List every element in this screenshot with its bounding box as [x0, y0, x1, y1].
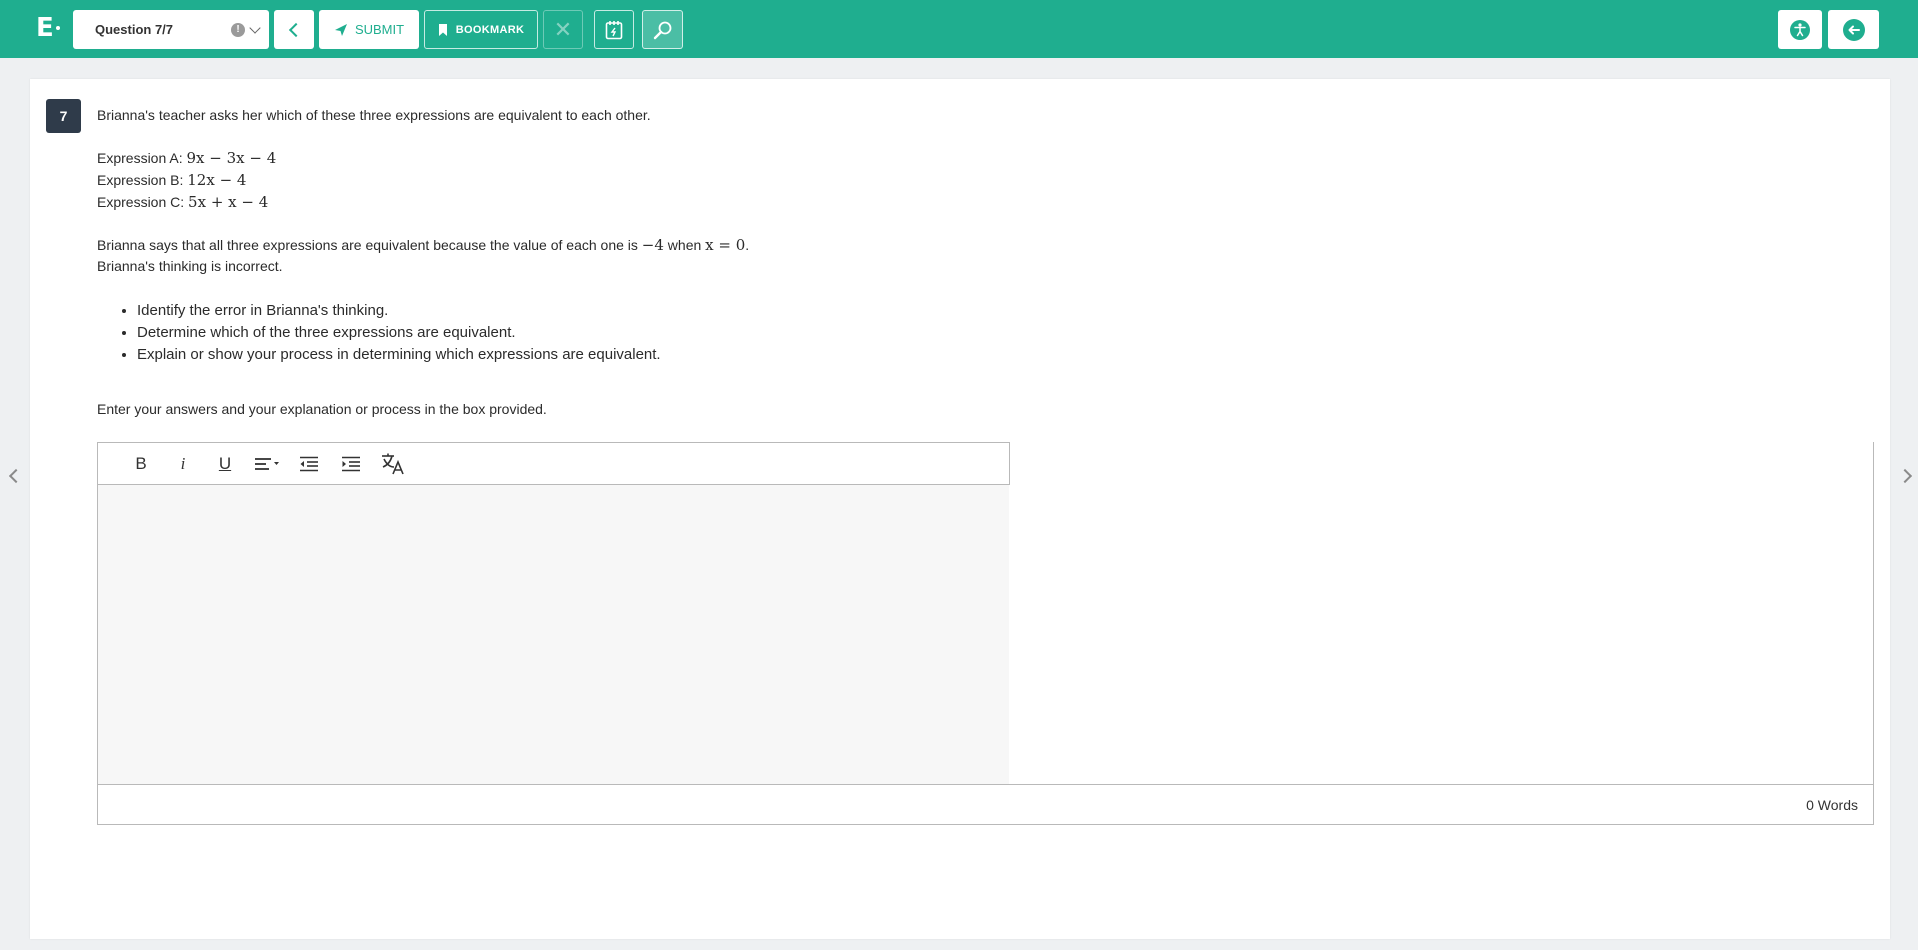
- send-icon: [334, 23, 347, 36]
- logo-letter: E: [36, 13, 54, 43]
- previous-button[interactable]: [274, 10, 314, 49]
- list-item: Identify the error in Brianna's thinking…: [137, 300, 661, 322]
- expression-math: 5x + x − 4: [188, 193, 269, 211]
- question-panel: 7 Brianna's teacher asks her which of th…: [30, 79, 1890, 939]
- claim-text: Brianna says that all three expressions …: [97, 237, 642, 253]
- bookmark-icon: [438, 23, 447, 36]
- accessibility-button[interactable]: [1778, 10, 1822, 49]
- exit-button[interactable]: [1828, 10, 1879, 49]
- logo-dot: [56, 26, 60, 30]
- search-icon: [653, 21, 671, 39]
- translate-icon[interactable]: [372, 449, 414, 479]
- bookmark-button[interactable]: BOOKMARK: [424, 10, 538, 49]
- expression-label: Expression C:: [97, 194, 189, 210]
- exit-icon: [1842, 18, 1865, 41]
- eliminate-button[interactable]: ✕: [543, 10, 583, 49]
- question-number-badge: 7: [46, 99, 81, 133]
- indent-icon[interactable]: [330, 449, 372, 479]
- close-icon: ✕: [553, 16, 573, 42]
- top-toolbar: E Question 7/7 ! SUBMIT BOOKMARK ✕: [0, 0, 1918, 58]
- italic-icon[interactable]: i: [162, 449, 204, 479]
- app-logo: E: [36, 12, 62, 44]
- notepad-icon: [605, 20, 623, 39]
- claim-value: −4: [641, 236, 664, 254]
- previous-page-arrow[interactable]: [8, 468, 24, 484]
- expression-label: Expression B:: [97, 172, 188, 188]
- outdent-icon[interactable]: [288, 449, 330, 479]
- response-textarea[interactable]: [98, 485, 1009, 785]
- next-page-arrow[interactable]: [1897, 468, 1913, 484]
- claim-text: when: [663, 237, 706, 253]
- question-selector-label: Question 7/7: [95, 22, 174, 37]
- expression-math: 12x − 4: [187, 171, 247, 189]
- claim-condition: x = 0: [705, 236, 746, 254]
- flag-icon: !: [231, 23, 245, 37]
- chevron-left-icon: [288, 22, 304, 37]
- underline-icon[interactable]: U: [204, 449, 246, 479]
- question-intro: Brianna's teacher asks her which of thes…: [97, 107, 651, 123]
- answer-instruction: Enter your answers and your explanation …: [97, 401, 547, 417]
- brianna-claim: Brianna says that all three expressions …: [97, 236, 749, 254]
- list-item: Determine which of the three expressions…: [137, 322, 661, 344]
- expression-math: 9x − 3x − 4: [186, 149, 277, 167]
- list-item: Explain or show your process in determin…: [137, 344, 661, 366]
- align-icon[interactable]: [246, 449, 288, 479]
- accessibility-icon: [1790, 19, 1810, 40]
- editor-footer: 0 Words: [97, 784, 1874, 825]
- expression-c: Expression C: 5x + x − 4: [97, 193, 268, 211]
- claim-text: .: [745, 237, 750, 253]
- submit-label: SUBMIT: [354, 22, 405, 37]
- task-list: Identify the error in Brianna's thinking…: [97, 300, 661, 366]
- notepad-button[interactable]: [594, 10, 634, 49]
- expression-label: Expression A:: [97, 150, 187, 166]
- word-count: 0 Words: [1806, 797, 1858, 813]
- incorrect-statement: Brianna's thinking is incorrect.: [97, 258, 283, 274]
- expression-a: Expression A: 9x − 3x − 4: [97, 149, 276, 167]
- chevron-down-icon: [249, 22, 261, 34]
- zoom-button[interactable]: [642, 10, 683, 49]
- editor-toolbar: B i U: [97, 442, 1010, 485]
- submit-button[interactable]: SUBMIT: [319, 10, 419, 49]
- bookmark-label: BOOKMARK: [455, 23, 525, 36]
- expression-b: Expression B: 12x − 4: [97, 171, 246, 189]
- bold-icon[interactable]: B: [120, 449, 162, 479]
- question-selector[interactable]: Question 7/7 !: [73, 10, 269, 49]
